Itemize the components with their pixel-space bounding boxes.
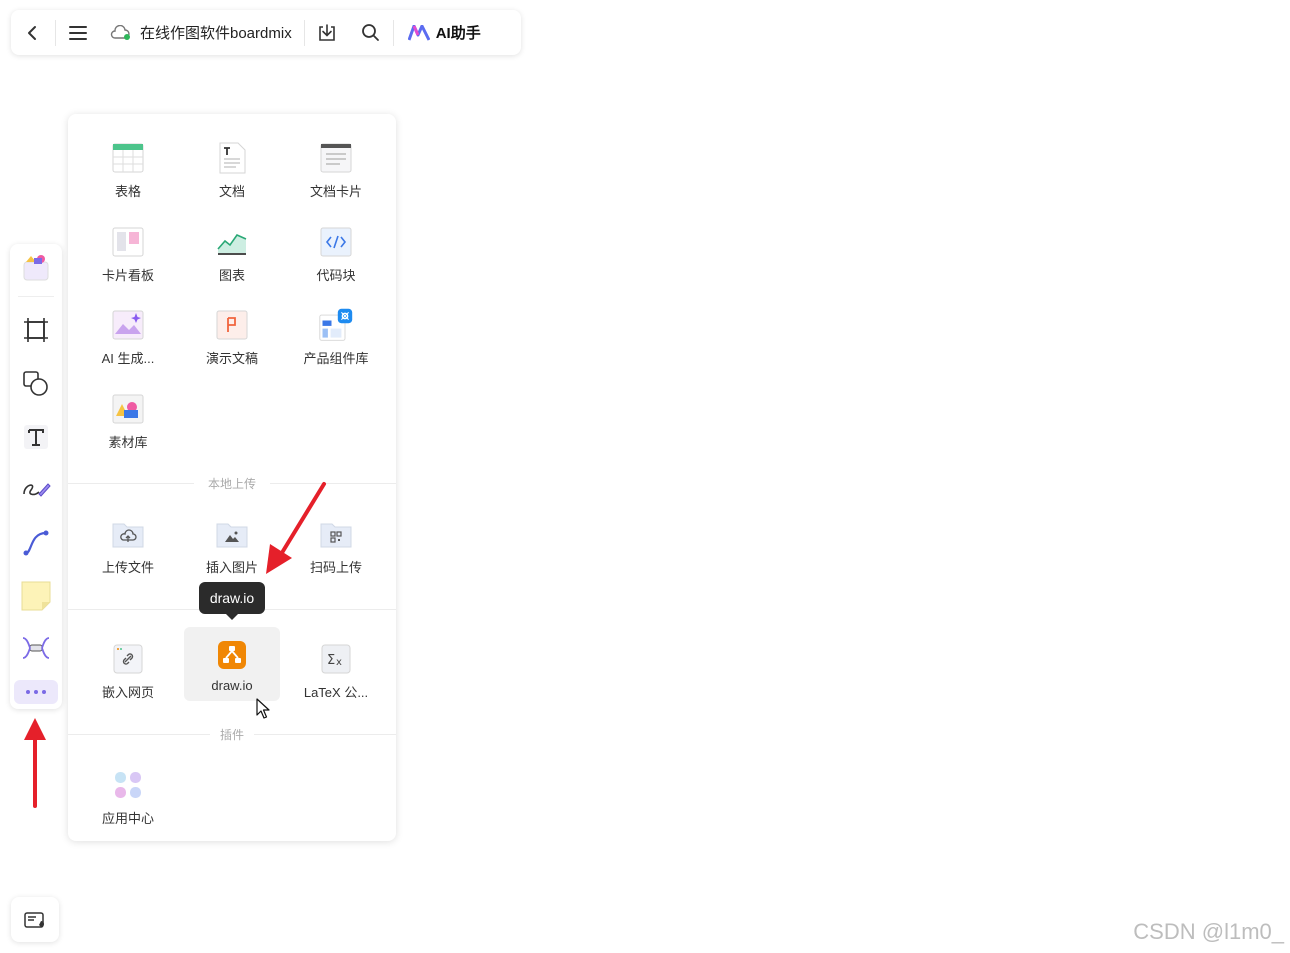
- upload-file[interactable]: 上传文件: [80, 508, 176, 582]
- cell-label: 应用中心: [101, 811, 154, 826]
- asset-library-icon: [112, 394, 144, 424]
- insert-component-library[interactable]: 产品组件库: [288, 299, 384, 373]
- embed-web-icon: [113, 644, 143, 674]
- insert-chart[interactable]: 图表: [184, 216, 280, 290]
- cell-label: 图表: [218, 268, 245, 283]
- insert-ai-generate[interactable]: AI 生成...: [80, 299, 176, 373]
- templates-button[interactable]: [18, 250, 54, 286]
- app-center-icon: [115, 772, 141, 798]
- ai-image-icon: [112, 310, 144, 340]
- download-icon: [318, 23, 335, 41]
- cell-label: 代码块: [316, 268, 356, 283]
- section-local-upload: 本地上传: [68, 475, 396, 491]
- hamburger-menu-icon: [69, 25, 87, 40]
- ai-assistant-label[interactable]: AI助手: [436, 22, 481, 43]
- presentation-icon: [216, 310, 248, 340]
- document-icon: [219, 142, 246, 174]
- cell-label: LaTeX 公...: [303, 685, 369, 700]
- separator: [18, 296, 54, 297]
- menu-button[interactable]: [56, 10, 100, 55]
- top-toolbar: 在线作图软件boardmix AI助手: [11, 10, 521, 55]
- insert-code-block[interactable]: 代码块: [288, 216, 384, 290]
- text-icon: [24, 425, 48, 449]
- component-library-icon: [319, 308, 353, 341]
- drawio-tooltip: draw.io: [199, 582, 265, 620]
- cell-label: draw.io: [211, 678, 253, 693]
- more-icon-dot: [34, 690, 38, 694]
- insert-doc-card[interactable]: 文档卡片: [288, 132, 384, 206]
- more-icon: [26, 690, 30, 694]
- left-toolbar: [10, 244, 62, 709]
- embed-webpage[interactable]: 嵌入网页: [80, 633, 176, 707]
- mindmap-tool[interactable]: [18, 630, 54, 666]
- chart-icon: [217, 234, 247, 255]
- latex-icon: Σx: [321, 644, 351, 674]
- frame-icon: [24, 318, 48, 342]
- pen-icon: [23, 483, 51, 497]
- mindmap-icon: [22, 637, 50, 659]
- doc-card-icon: [320, 143, 352, 173]
- download-button[interactable]: [305, 10, 349, 55]
- cell-label: 文档卡片: [309, 184, 362, 199]
- insert-asset-library[interactable]: 素材库: [80, 383, 176, 457]
- drawio-icon: [218, 641, 246, 669]
- insert-drawio[interactable]: draw.io: [184, 627, 280, 701]
- frame-tool[interactable]: [18, 312, 54, 348]
- cell-label: 表格: [114, 184, 141, 199]
- code-block-icon: [320, 227, 352, 257]
- section-title: 插件: [219, 728, 244, 742]
- cell-label: 演示文稿: [205, 351, 258, 366]
- cell-label: 素材库: [108, 435, 148, 450]
- search-icon: [362, 24, 380, 41]
- minimap-icon: [24, 911, 44, 928]
- svg-text:Σ: Σ: [327, 653, 335, 668]
- sticky-note-tool[interactable]: [18, 578, 54, 614]
- cell-label: AI 生成...: [101, 351, 155, 366]
- watermark: CSDN @l1m0_: [1133, 919, 1284, 944]
- cell-label: 插入图片: [205, 560, 258, 575]
- cell-label: 文档: [218, 184, 245, 199]
- insert-presentation[interactable]: 演示文稿: [184, 299, 280, 373]
- ai-logo-icon: [407, 24, 430, 41]
- text-tool[interactable]: [18, 419, 54, 455]
- insert-latex[interactable]: Σx LaTeX 公...: [288, 633, 384, 707]
- cell-label: 上传文件: [101, 560, 154, 575]
- cloud-synced-icon: [110, 24, 130, 40]
- templates-icon: [23, 255, 49, 281]
- back-button[interactable]: [11, 10, 55, 55]
- cell-label: 产品组件库: [303, 351, 369, 366]
- connector-tool[interactable]: [18, 525, 54, 561]
- ai-assistant-button[interactable]: AI助手: [394, 22, 493, 43]
- sticky-note-icon: [21, 581, 51, 611]
- connector-icon: [23, 530, 49, 556]
- section-title: 本地上传: [207, 477, 256, 491]
- more-tools-button[interactable]: [14, 680, 58, 704]
- pen-tool[interactable]: [18, 471, 54, 507]
- annotation-arrow-diagonal: [266, 482, 326, 574]
- chevron-left-icon: [28, 25, 36, 40]
- cell-label: 嵌入网页: [101, 685, 154, 700]
- cell-label: 卡片看板: [101, 268, 154, 283]
- more-icon-dot: [42, 690, 46, 694]
- insert-panel: 表格 文档 文档卡片 卡片看板 图表 代码块 AI 生成... 演示文稿 产品组…: [68, 114, 396, 841]
- shape-tool[interactable]: [18, 366, 54, 402]
- mouse-cursor-icon: [256, 698, 270, 719]
- insert-table[interactable]: 表格: [80, 132, 176, 206]
- board-title-area[interactable]: 在线作图软件boardmix: [100, 22, 304, 43]
- annotation-arrow-up: [24, 718, 46, 808]
- upload-file-icon: [112, 523, 144, 548]
- insert-image-icon: [216, 523, 248, 548]
- insert-kanban[interactable]: 卡片看板: [80, 216, 176, 290]
- board-title[interactable]: 在线作图软件boardmix: [140, 22, 292, 43]
- app-center[interactable]: 应用中心: [80, 759, 176, 833]
- svg-text:x: x: [336, 657, 342, 668]
- table-icon: [112, 143, 144, 173]
- shape-icon: [23, 371, 48, 396]
- insert-document[interactable]: 文档: [184, 132, 280, 206]
- search-button[interactable]: [349, 10, 393, 55]
- kanban-icon: [112, 227, 144, 257]
- minimap-button[interactable]: [11, 897, 59, 942]
- section-plugins: 插件: [68, 726, 396, 742]
